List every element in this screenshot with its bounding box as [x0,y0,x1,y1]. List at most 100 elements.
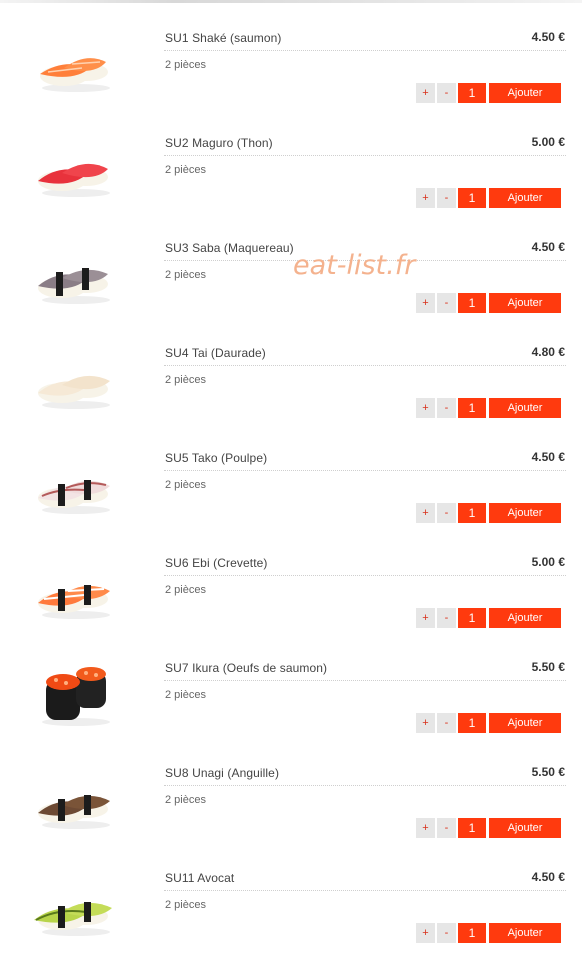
plus-button[interactable]: + [416,503,435,523]
order-controls: + - 1 Ajouter [416,398,561,418]
item-description: 2 pièces [165,689,206,701]
add-to-cart-button[interactable]: Ajouter [489,818,561,838]
tuna-sushi-icon [24,133,124,203]
item-description: 2 pièces [165,479,206,491]
item-price: 4.50 € [531,450,565,464]
minus-button[interactable]: - [437,293,456,313]
order-controls: + - 1 Ajouter [416,188,561,208]
order-controls: + - 1 Ajouter [416,83,561,103]
order-controls: + - 1 Ajouter [416,923,561,943]
item-price: 5.50 € [531,660,565,674]
plus-button[interactable]: + [416,713,435,733]
menu-item: SU7 Ikura (Oeufs de saumon) 5.50 € 2 piè… [0,638,582,743]
watermark: eat-list.fr [293,250,416,281]
eel-sushi-icon [24,763,124,833]
top-divider [0,0,582,3]
menu-item: SU5 Tako (Poulpe) 4.50 € 2 pièces + - 1 … [0,428,582,533]
item-name: SU7 Ikura (Oeufs de saumon) [165,661,328,675]
add-to-cart-button[interactable]: Ajouter [489,923,561,943]
add-to-cart-button[interactable]: Ajouter [489,83,561,103]
add-to-cart-button[interactable]: Ajouter [489,293,561,313]
shrimp-sushi-icon [24,553,124,623]
minus-button[interactable]: - [437,818,456,838]
dotted-divider [164,155,566,156]
item-description: 2 pièces [165,164,206,176]
plus-button[interactable]: + [416,293,435,313]
quantity-field[interactable]: 1 [458,608,486,628]
minus-button[interactable]: - [437,608,456,628]
add-to-cart-button[interactable]: Ajouter [489,608,561,628]
menu-item: SU8 Unagi (Anguille) 5.50 € 2 pièces + -… [0,743,582,848]
minus-button[interactable]: - [437,713,456,733]
item-description: 2 pièces [165,269,206,281]
quantity-field[interactable]: 1 [458,188,486,208]
dotted-divider [164,680,566,681]
item-price: 4.50 € [531,240,565,254]
item-description: 2 pièces [165,59,206,71]
quantity-field[interactable]: 1 [458,818,486,838]
octopus-sushi-icon [24,448,124,518]
item-price: 5.00 € [531,555,565,569]
quantity-field[interactable]: 1 [458,83,486,103]
menu-item: SU4 Tai (Daurade) 4.80 € 2 pièces + - 1 … [0,323,582,428]
quantity-field[interactable]: 1 [458,293,486,313]
mackerel-sushi-icon [24,238,124,308]
add-to-cart-button[interactable]: Ajouter [489,188,561,208]
order-controls: + - 1 Ajouter [416,293,561,313]
dotted-divider [164,890,566,891]
menu-item: SU3 Saba (Maquereau) 4.50 € 2 pièces + -… [0,218,582,323]
menu-item: SU1 Shaké (saumon) 4.50 € 2 pièces + - 1… [0,8,582,113]
item-name: SU6 Ebi (Crevette) [165,556,268,570]
item-name: SU5 Tako (Poulpe) [165,451,268,465]
plus-button[interactable]: + [416,83,435,103]
item-name: SU4 Tai (Daurade) [165,346,266,360]
menu-item: SU2 Maguro (Thon) 5.00 € 2 pièces + - 1 … [0,113,582,218]
item-description: 2 pièces [165,374,206,386]
item-name: SU11 Avocat [165,871,235,885]
item-price: 4.80 € [531,345,565,359]
item-price: 5.50 € [531,765,565,779]
order-controls: + - 1 Ajouter [416,608,561,628]
plus-button[interactable]: + [416,818,435,838]
order-controls: + - 1 Ajouter [416,503,561,523]
plus-button[interactable]: + [416,923,435,943]
add-to-cart-button[interactable]: Ajouter [489,398,561,418]
plus-button[interactable]: + [416,188,435,208]
minus-button[interactable]: - [437,923,456,943]
salmon-sushi-icon [24,28,124,98]
menu-item: SU11 Avocat 4.50 € 2 pièces + - 1 Ajoute… [0,848,582,953]
plus-button[interactable]: + [416,398,435,418]
order-controls: + - 1 Ajouter [416,818,561,838]
item-name: SU3 Saba (Maquereau) [165,241,294,255]
dotted-divider [164,575,566,576]
minus-button[interactable]: - [437,503,456,523]
dotted-divider [164,50,566,51]
item-name: SU8 Unagi (Anguille) [165,766,280,780]
item-description: 2 pièces [165,794,206,806]
salmon-roe-sushi-icon [24,658,124,728]
sea-bream-sushi-icon [24,343,124,413]
quantity-field[interactable]: 1 [458,503,486,523]
dotted-divider [164,785,566,786]
dotted-divider [164,470,566,471]
add-to-cart-button[interactable]: Ajouter [489,713,561,733]
item-name: SU2 Maguro (Thon) [165,136,273,150]
item-name: SU1 Shaké (saumon) [165,31,282,45]
add-to-cart-button[interactable]: Ajouter [489,503,561,523]
menu-item: SU6 Ebi (Crevette) 5.00 € 2 pièces + - 1… [0,533,582,638]
dotted-divider [164,365,566,366]
minus-button[interactable]: - [437,398,456,418]
item-price: 5.00 € [531,135,565,149]
item-description: 2 pièces [165,584,206,596]
order-controls: + - 1 Ajouter [416,713,561,733]
item-price: 4.50 € [531,30,565,44]
item-price: 4.50 € [531,870,565,884]
minus-button[interactable]: - [437,188,456,208]
avocado-sushi-icon [24,868,124,938]
quantity-field[interactable]: 1 [458,923,486,943]
item-description: 2 pièces [165,899,206,911]
plus-button[interactable]: + [416,608,435,628]
quantity-field[interactable]: 1 [458,398,486,418]
minus-button[interactable]: - [437,83,456,103]
quantity-field[interactable]: 1 [458,713,486,733]
